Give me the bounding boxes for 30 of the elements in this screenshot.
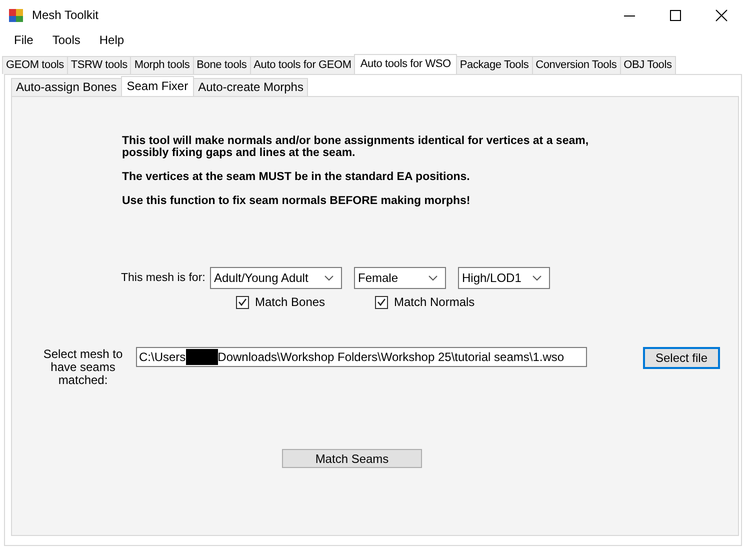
menu-item[interactable]: Help xyxy=(92,33,136,47)
dropdown[interactable]: Adult/Young Adult xyxy=(210,267,342,289)
tab[interactable]: Auto-create Morphs xyxy=(193,78,308,96)
tab[interactable]: Bone tools xyxy=(192,56,251,74)
file-path-field[interactable]: C:\Users Downloads\Workshop Folders\Workshop 25\tutorial seams\1.wso xyxy=(136,347,587,367)
tab[interactable]: Morph tools xyxy=(130,56,194,74)
checkbox-label: Match Bones xyxy=(255,295,326,309)
menu-item[interactable]: Tools xyxy=(45,33,92,47)
tab[interactable]: OBJ Tools xyxy=(620,56,676,74)
instruction-text: The vertices at the seam MUST be in the standard EA positions. xyxy=(122,171,471,183)
tab[interactable]: GEOM tools xyxy=(2,56,68,74)
select-file-button[interactable]: Select file xyxy=(643,347,720,369)
window-title: Mesh Toolkit xyxy=(32,8,98,22)
tab[interactable]: Package Tools xyxy=(456,56,533,74)
match-seams-button[interactable]: Match Seams xyxy=(282,449,422,468)
instruction-text: Use this function to fix seam normals BEFORE making morphs! xyxy=(122,195,472,207)
app-icon xyxy=(8,7,24,23)
tab[interactable]: Conversion Tools xyxy=(532,56,621,74)
mesh-for-label: This mesh is for: xyxy=(121,272,206,284)
dropdown[interactable]: High/LOD1 xyxy=(458,267,550,289)
file-label: Select mesh to have seams matched: xyxy=(42,348,124,387)
instruction-text: This tool will make normals and/or bone assignments identical for vertices at a seam, possibly fixing gaps and lines at the seam. xyxy=(122,135,590,159)
checkbox[interactable] xyxy=(236,296,249,308)
tab[interactable]: Auto-assign Bones xyxy=(11,78,122,96)
tab[interactable]: TSRW tools xyxy=(66,56,132,74)
checkbox[interactable] xyxy=(375,296,388,308)
dropdown[interactable]: Female xyxy=(354,267,446,289)
menu-item[interactable]: File xyxy=(7,33,46,47)
checkbox-label: Match Normals xyxy=(394,295,475,309)
tab[interactable]: Auto tools for GEOM xyxy=(250,56,356,74)
